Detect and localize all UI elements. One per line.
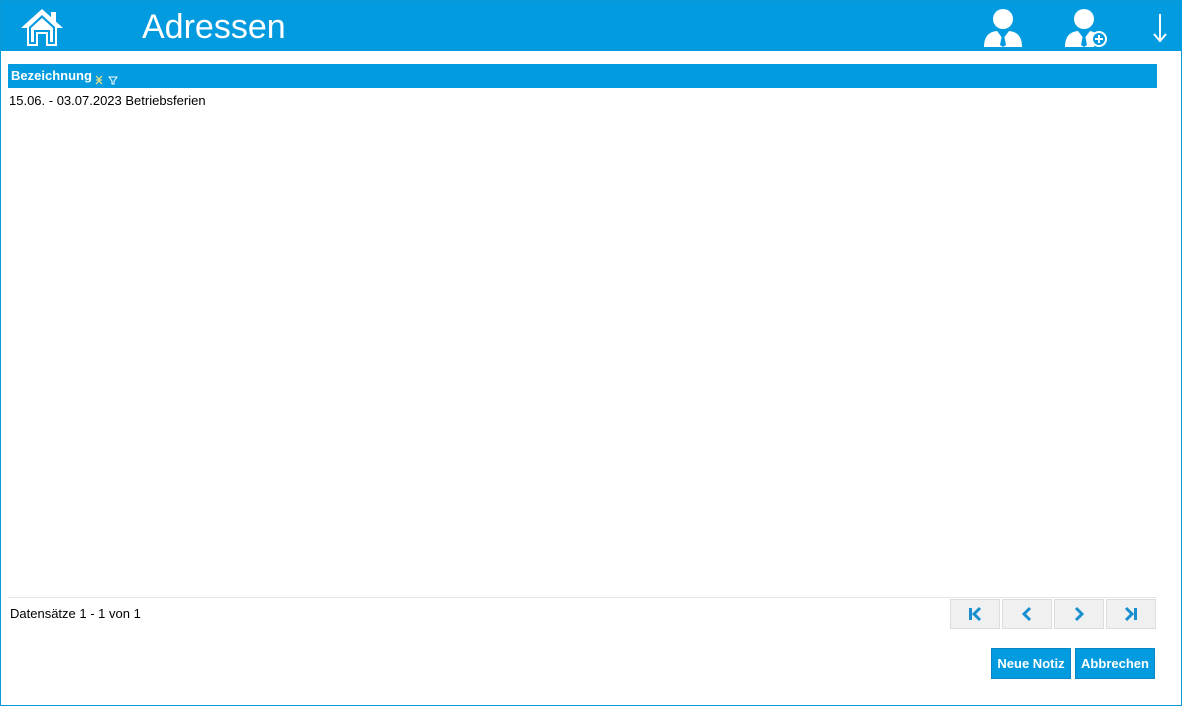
filter-icon[interactable]	[107, 70, 118, 85]
next-page-button[interactable]	[1054, 599, 1104, 629]
last-page-icon	[1124, 606, 1137, 622]
next-page-icon	[1074, 606, 1085, 622]
grid-header: Bezeichnung	[8, 64, 1157, 88]
record-count: Datensätze 1 - 1 von 1	[10, 606, 141, 621]
last-page-button[interactable]	[1106, 599, 1156, 629]
arrow-down-icon[interactable]	[1149, 11, 1171, 45]
person-add-icon[interactable]	[1064, 6, 1110, 48]
table-row[interactable]: 15.06. - 03.07.2023 Betriebsferien	[8, 91, 1157, 111]
column-header-bezeichnung[interactable]: Bezeichnung	[11, 64, 118, 88]
cell-bezeichnung: 15.06. - 03.07.2023 Betriebsferien	[9, 93, 206, 108]
top-bar: Adressen	[1, 1, 1182, 51]
previous-page-button[interactable]	[1002, 599, 1052, 629]
person-icon[interactable]	[980, 6, 1026, 48]
cancel-button[interactable]: Abbrechen	[1075, 648, 1155, 679]
new-note-button[interactable]: Neue Notiz	[991, 648, 1071, 679]
page-title: Adressen	[142, 8, 286, 46]
divider	[8, 597, 1157, 598]
column-header-label: Bezeichnung	[11, 68, 92, 83]
first-page-button[interactable]	[950, 599, 1000, 629]
first-page-icon	[969, 606, 982, 622]
home-icon[interactable]	[19, 6, 65, 48]
app-window: Adressen Bezeichnung 15.06. - 03.07.2023…	[0, 0, 1182, 706]
sort-icon[interactable]	[94, 70, 104, 85]
previous-page-icon	[1021, 606, 1032, 622]
